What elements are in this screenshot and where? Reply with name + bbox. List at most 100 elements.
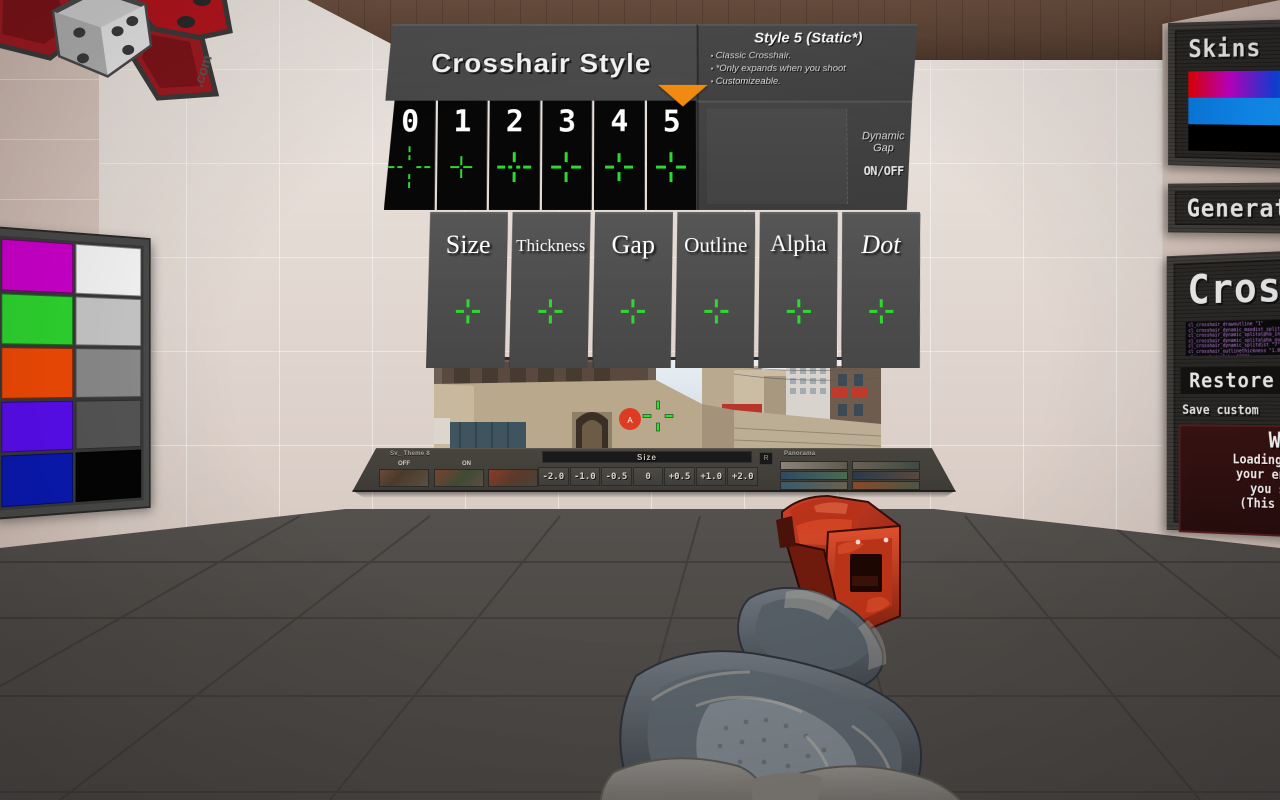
swatch-light-gray[interactable] [75, 296, 142, 347]
save-custom-label: Save custom [1182, 403, 1259, 419]
skins-title: Skins [1188, 33, 1262, 64]
goon-logo: .com [0, 0, 240, 106]
color-palette-board[interactable] [0, 228, 150, 518]
dynamic-gap-block: Dynamic Gap ON/OFF [697, 101, 920, 210]
style-cell-1[interactable]: 1 [436, 101, 487, 210]
swatch-orange[interactable] [1, 347, 73, 399]
style-preview-5 [646, 144, 696, 204]
svg-text:A: A [627, 416, 633, 425]
map-preview-screen: A [434, 357, 881, 452]
option-crosshair-icon-gap [593, 296, 673, 326]
panel-header-row: Crosshair Style Style 5 (Static*) Classi… [385, 24, 918, 101]
restore-crosshair-button[interactable]: Restore Cro [1180, 365, 1280, 395]
swatch-magenta[interactable] [1, 238, 73, 294]
skins-strip-row-black[interactable] [1188, 124, 1280, 155]
size-value--1.0[interactable]: -1.0 [569, 467, 601, 486]
skins-board[interactable]: Skins [1168, 18, 1280, 170]
desk-toggle-off-label[interactable]: OFF [398, 461, 410, 467]
style-preview-4 [594, 144, 644, 204]
skins-strip-row-rgb[interactable] [1188, 69, 1280, 99]
desk-thumb-on-a[interactable] [434, 469, 484, 487]
desk-thumb-on-b[interactable] [488, 469, 538, 487]
style-preview-1 [436, 144, 486, 204]
dynamic-gap-control[interactable]: Dynamic Gap ON/OFF [847, 103, 920, 210]
crosshair-style-panel: Crosshair Style Style 5 (Static*) Classi… [382, 24, 923, 368]
swatch-violet[interactable] [1, 400, 73, 453]
dynamic-gap-label-line1: Dynamic [861, 130, 905, 143]
style-number-1: 1 [453, 104, 471, 140]
desk-right-section-label: Panorama [784, 451, 816, 457]
option-button-gap[interactable]: Gap [592, 212, 673, 368]
restore-crosshair-label: Restore Cro [1189, 368, 1280, 393]
option-crosshair-icon-alpha [759, 296, 839, 326]
option-buttons-row: Size Thickness Gap Outline Alpha Dot [426, 212, 922, 368]
desk-thumb-off[interactable] [379, 469, 429, 487]
weapon-viewmodel [600, 480, 1120, 800]
style-selector-row: 0 1 2 3 4 5 [384, 101, 697, 210]
style-info-bullet-2: *Only expands when you shoot [707, 62, 911, 75]
option-crosshair-icon-outline [676, 296, 756, 326]
warning-line-4: (This incl [1239, 496, 1280, 513]
option-label-dot: Dot [861, 229, 901, 260]
option-button-size[interactable]: Size [426, 212, 508, 368]
style-info-bullet-1: Classic Crosshair. [707, 49, 911, 62]
option-button-thickness[interactable]: Thickness [509, 212, 591, 368]
option-crosshair-icon-dot [842, 296, 922, 326]
panorama-thumb-2[interactable] [780, 471, 848, 480]
option-crosshair-icon-thickness [510, 296, 590, 326]
generate-title: Generate [1186, 194, 1280, 224]
dynamic-gap-label-line2: Gap [873, 142, 894, 155]
option-button-dot[interactable]: Dot [840, 212, 922, 368]
size-value--2.0[interactable]: -2.0 [538, 467, 569, 486]
swatch-mid-gray[interactable] [75, 348, 142, 398]
swatch-green[interactable] [1, 292, 73, 346]
dynamic-gap-toggle[interactable]: ON/OFF [863, 164, 903, 178]
game-viewport: .com A Crosshair Style Style 5 (Static*)… [0, 0, 1280, 800]
warning-box: W Loading a cu your entire you sav (This… [1178, 424, 1280, 541]
style-number-3: 3 [557, 104, 576, 140]
option-button-outline[interactable]: Outline [675, 212, 756, 368]
style-info-box: Style 5 (Static*) Classic Crosshair. *On… [697, 24, 919, 101]
desk-toggle-on-label[interactable]: ON [462, 461, 471, 467]
style-cell-2[interactable]: 2 [489, 101, 540, 210]
panorama-thumb-5[interactable] [852, 471, 920, 480]
panorama-thumb-4[interactable] [852, 461, 920, 470]
style-number-5: 5 [662, 104, 680, 140]
swatch-white[interactable] [75, 243, 142, 297]
style-number-4: 4 [610, 104, 628, 140]
option-label-gap: Gap [611, 229, 655, 260]
style-cell-5[interactable]: 5 [646, 101, 697, 210]
panel-title-box: Crosshair Style [385, 24, 697, 101]
style-preview-3 [541, 144, 591, 204]
option-crosshair-icon-size [428, 296, 508, 326]
in-game-crosshair [642, 400, 674, 432]
swatch-black[interactable] [75, 449, 142, 503]
style-number-2: 2 [505, 104, 523, 140]
desk-size-header-label: Size [636, 452, 657, 462]
style-cell-4[interactable]: 4 [594, 101, 645, 210]
style-cell-3[interactable]: 3 [541, 101, 592, 210]
desk-left-section-label: Sv_ Theme 8 [390, 451, 430, 457]
desk-reset-button[interactable]: R [759, 452, 773, 465]
crosshair-config-board[interactable]: Cross cl_crosshair_drawoutline "1" cl_cr… [1166, 248, 1280, 541]
style-preview-2 [489, 144, 539, 204]
style-info-heading: Style 5 (Static*) [754, 29, 863, 47]
page-title: Crosshair Style [430, 47, 652, 78]
crosshair-board-title: Cross [1187, 262, 1280, 314]
generate-board[interactable]: Generate [1168, 182, 1280, 234]
selected-style-arrow-icon [657, 84, 708, 107]
option-button-alpha[interactable]: Alpha [757, 212, 839, 368]
option-label-alpha: Alpha [770, 230, 827, 257]
swatch-dark-gray[interactable] [75, 399, 142, 450]
skins-color-strip[interactable] [1188, 69, 1280, 155]
style-cell-0[interactable]: 0 [384, 101, 436, 210]
style-preview-0 [384, 144, 434, 204]
swatch-blue[interactable] [1, 452, 73, 508]
option-label-size: Size [445, 229, 491, 260]
option-label-outline: Outline [684, 232, 748, 258]
style-info-bullet-3: Customizeable. [707, 75, 911, 88]
style-number-0: 0 [400, 104, 419, 140]
skins-strip-row-blue[interactable] [1188, 97, 1280, 127]
desk-size-header: Size [542, 451, 752, 463]
panorama-thumb-1[interactable] [780, 461, 848, 470]
